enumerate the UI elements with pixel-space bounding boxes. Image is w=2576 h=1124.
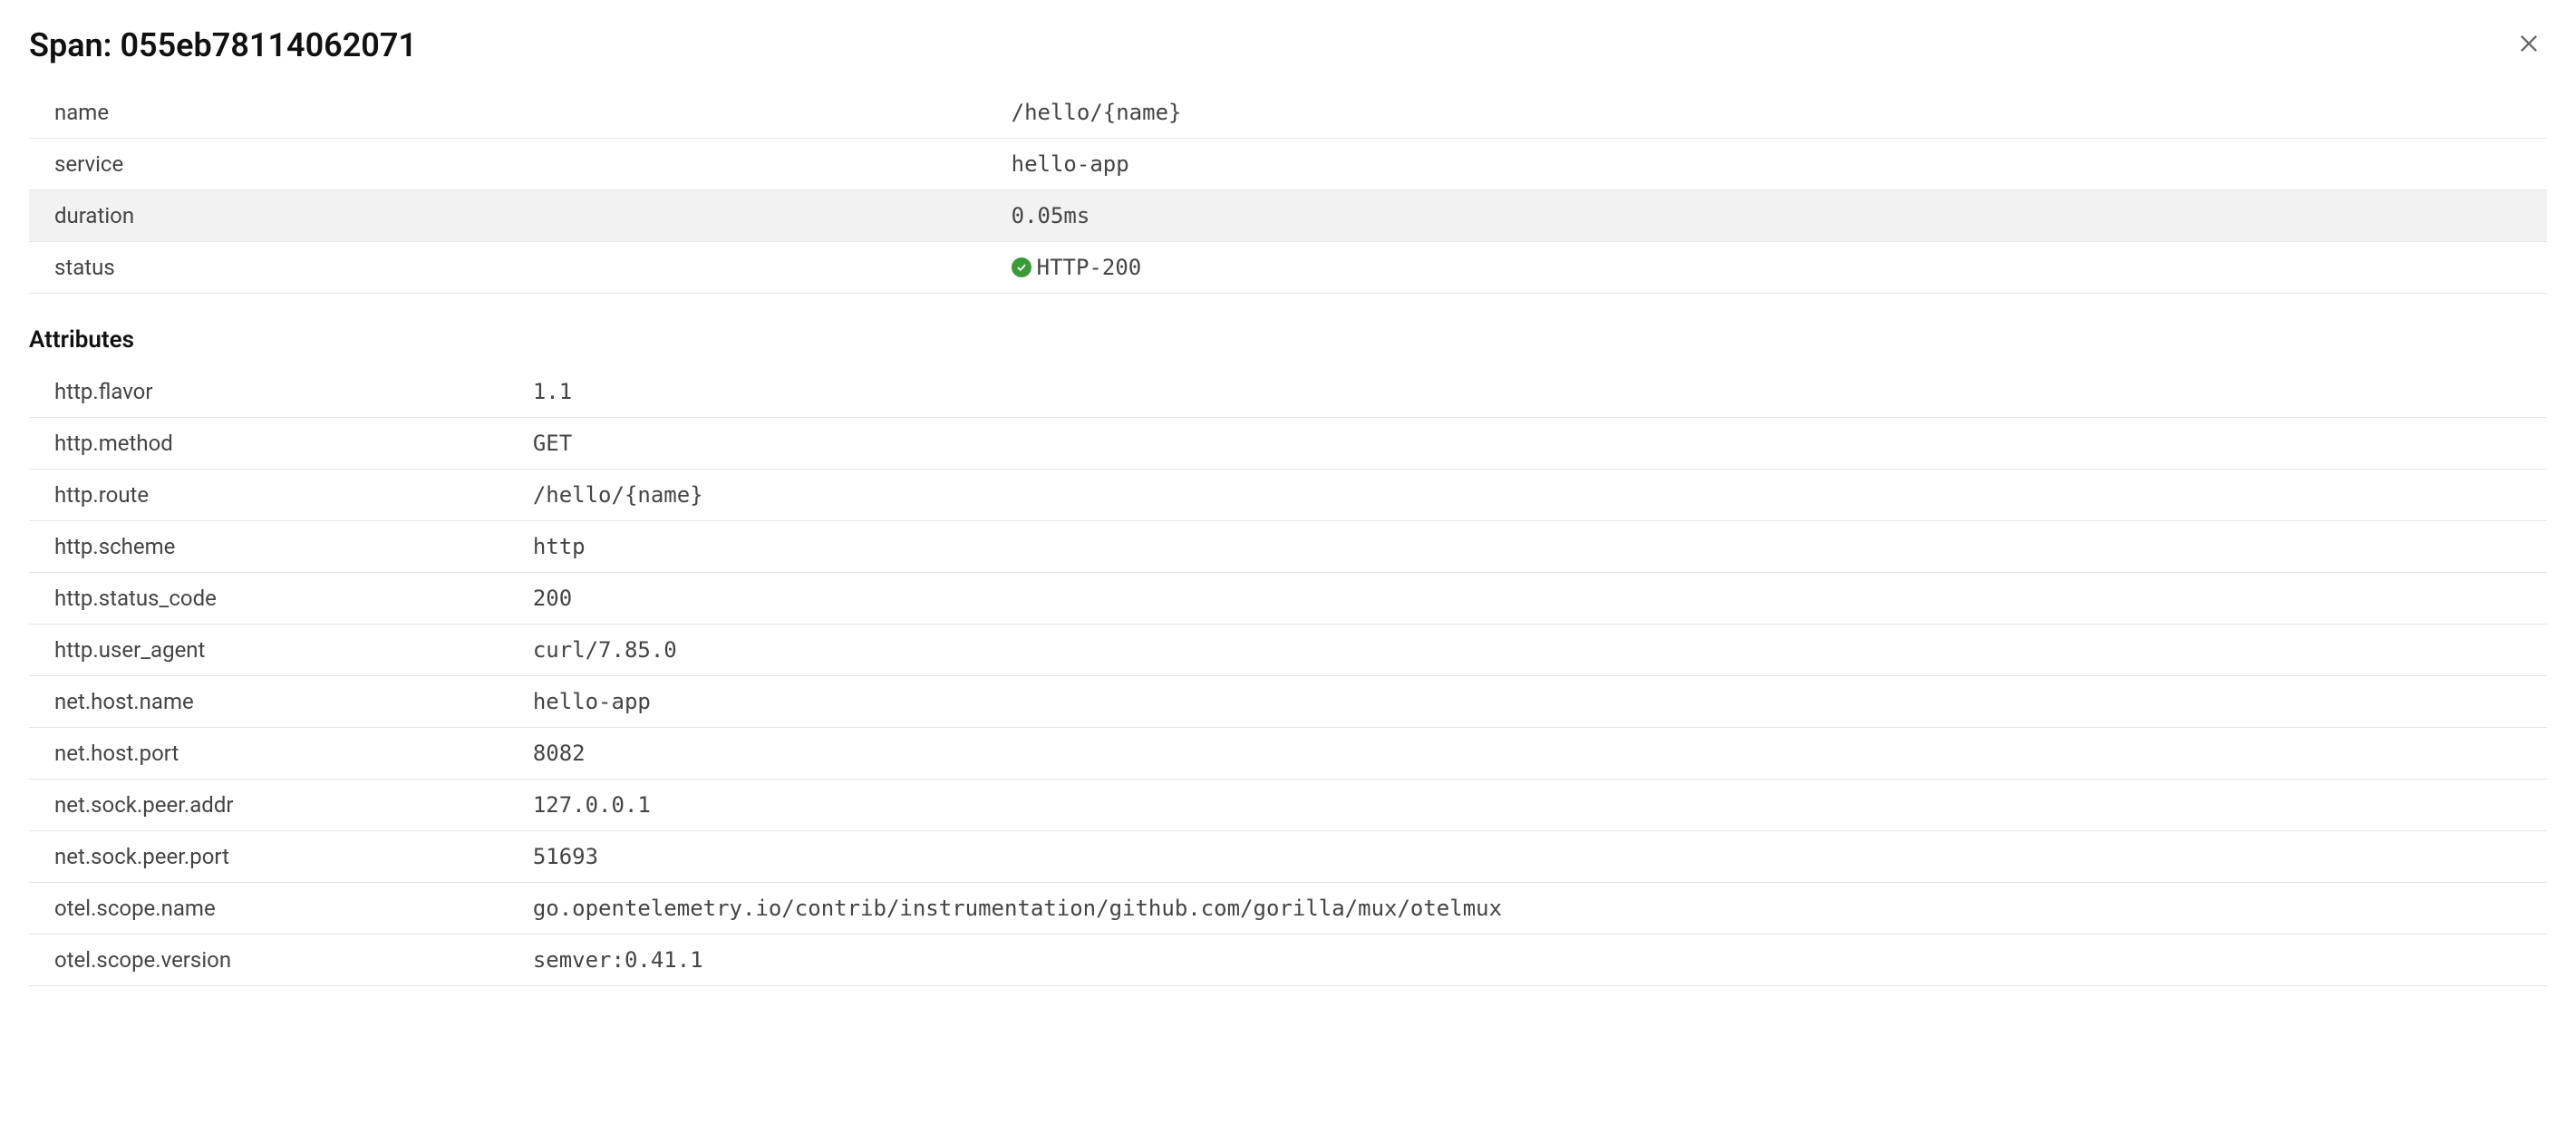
- attribute-key: otel.scope.name: [29, 883, 508, 935]
- attributes-table: http.flavor1.1http.methodGEThttp.route/h…: [29, 366, 2547, 986]
- attribute-key: http.status_code: [29, 573, 508, 625]
- attribute-value: 200: [508, 573, 2547, 625]
- table-row: http.user_agentcurl/7.85.0: [29, 625, 2547, 676]
- table-row: otel.scope.namego.opentelemetry.io/contr…: [29, 883, 2547, 935]
- attribute-value: 8082: [508, 728, 2547, 780]
- attribute-key: http.route: [29, 470, 508, 521]
- status-text: HTTP-200: [1037, 255, 1142, 280]
- attribute-value: http: [508, 521, 2547, 573]
- table-row: net.sock.peer.addr127.0.0.1: [29, 780, 2547, 831]
- table-row: otel.scope.versionsemver:0.41.1: [29, 935, 2547, 986]
- summary-key-status: status: [29, 242, 986, 294]
- summary-key-service: service: [29, 139, 986, 190]
- table-row: net.sock.peer.port51693: [29, 831, 2547, 883]
- attribute-key: http.method: [29, 418, 508, 470]
- attribute-key: http.user_agent: [29, 625, 508, 676]
- check-circle-icon: [1012, 257, 1031, 277]
- attributes-section-title: Attributes: [29, 326, 2547, 354]
- attribute-value: go.opentelemetry.io/contrib/instrumentat…: [508, 883, 2547, 935]
- summary-val-service: hello-app: [986, 139, 2547, 190]
- attribute-key: http.scheme: [29, 521, 508, 573]
- table-row: http.flavor1.1: [29, 366, 2547, 418]
- attribute-key: otel.scope.version: [29, 935, 508, 986]
- span-title-prefix: Span:: [29, 26, 120, 64]
- attribute-value: hello-app: [508, 676, 2547, 728]
- summary-key-duration: duration: [29, 190, 986, 242]
- table-row: service hello-app: [29, 139, 2547, 190]
- attribute-key: net.sock.peer.addr: [29, 780, 508, 831]
- close-button[interactable]: [2511, 25, 2547, 65]
- attribute-value: 127.0.0.1: [508, 780, 2547, 831]
- span-id: 055eb78114062071: [120, 26, 417, 64]
- table-row: net.host.namehello-app: [29, 676, 2547, 728]
- span-summary-table: name /hello/{name} service hello-app dur…: [29, 87, 2547, 294]
- attribute-value: 1.1: [508, 366, 2547, 418]
- table-row: name /hello/{name}: [29, 87, 2547, 139]
- attribute-key: net.sock.peer.port: [29, 831, 508, 883]
- table-row: net.host.port8082: [29, 728, 2547, 780]
- attribute-value: semver:0.41.1: [508, 935, 2547, 986]
- summary-val-name: /hello/{name}: [986, 87, 2547, 139]
- summary-val-status: HTTP-200: [986, 242, 2547, 294]
- table-row: http.methodGET: [29, 418, 2547, 470]
- attribute-value: GET: [508, 418, 2547, 470]
- table-row: http.status_code200: [29, 573, 2547, 625]
- table-row: duration 0.05ms: [29, 190, 2547, 242]
- summary-val-duration: 0.05ms: [986, 190, 2547, 242]
- span-detail-panel: Span: 055eb78114062071 name /hello/{name…: [0, 0, 2576, 1012]
- panel-header: Span: 055eb78114062071: [29, 25, 2547, 65]
- attribute-value: 51693: [508, 831, 2547, 883]
- attribute-key: net.host.port: [29, 728, 508, 780]
- table-row: http.route/hello/{name}: [29, 470, 2547, 521]
- close-icon: [2516, 31, 2542, 60]
- attribute-value: curl/7.85.0: [508, 625, 2547, 676]
- summary-key-name: name: [29, 87, 986, 139]
- span-title: Span: 055eb78114062071: [29, 26, 417, 64]
- attribute-key: http.flavor: [29, 366, 508, 418]
- attribute-key: net.host.name: [29, 676, 508, 728]
- table-row: status HTTP-200: [29, 242, 2547, 294]
- table-row: http.schemehttp: [29, 521, 2547, 573]
- attribute-value: /hello/{name}: [508, 470, 2547, 521]
